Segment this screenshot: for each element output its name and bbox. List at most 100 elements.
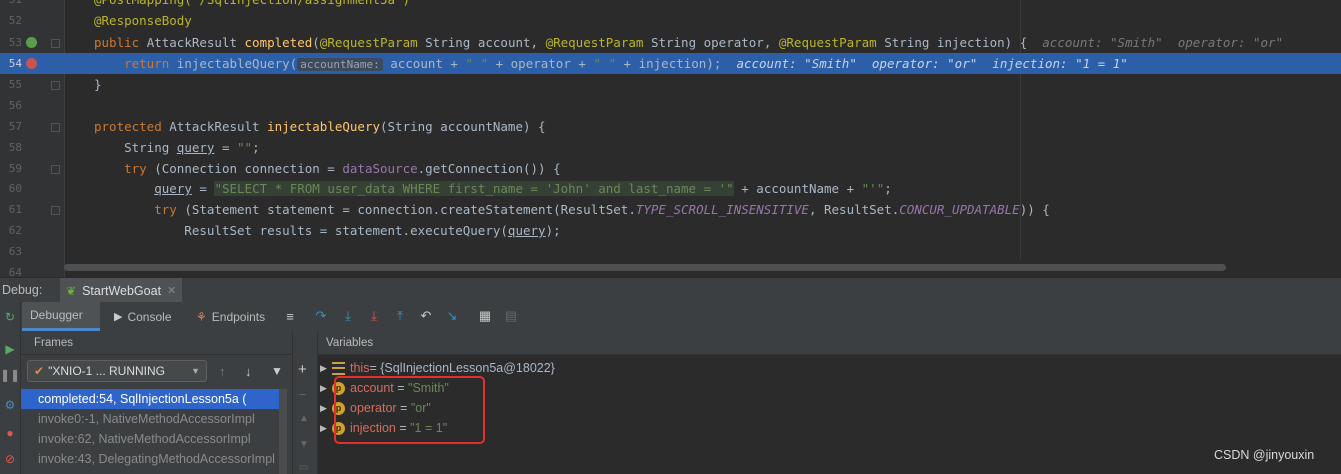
code-line[interactable]: 62 ResultSet results = statement.execute… <box>0 220 1341 241</box>
evaluate-expression-icon[interactable]: ▦ <box>477 308 493 324</box>
line-number[interactable]: 61 <box>0 199 22 220</box>
rerun-icon[interactable]: ↻ <box>3 310 17 324</box>
code-token: injectableQuery <box>267 119 380 134</box>
step-over-icon[interactable]: ↷ <box>313 308 329 324</box>
line-number[interactable]: 56 <box>0 95 22 116</box>
code-token: (Connection connection = <box>154 161 343 176</box>
code-line[interactable]: 51 @PostMapping("/SqlInjection/assignment… <box>0 0 1341 10</box>
code-line[interactable]: 61 try (Statement statement = connection… <box>0 199 1341 220</box>
tab-console[interactable]: ▶ Console <box>106 302 180 331</box>
code-line[interactable]: 52 @ResponseBody <box>0 10 1341 31</box>
layout-menu-icon[interactable]: ≡ <box>282 308 298 324</box>
debugger-toolbar: Debugger ▶ Console ⚘ Endpoints ≡ ↷ ⤓ ⤓ ⤒… <box>0 302 1341 332</box>
fold-marker-icon[interactable] <box>51 165 60 174</box>
frame-row[interactable]: invoke:62, NativeMethodAccessorImpl <box>21 429 279 449</box>
code-token: ; <box>884 181 892 196</box>
code-token: ResultSet results = statement.executeQue… <box>94 223 508 238</box>
line-number[interactable]: 60 <box>0 178 22 199</box>
code-line[interactable]: 60 query = "SELECT * FROM user_data WHER… <box>0 178 1341 199</box>
code-line[interactable]: 54 return injectableQuery(accountName: a… <box>0 53 1341 74</box>
code-line[interactable]: 56 <box>0 95 1341 116</box>
line-number[interactable]: 55 <box>0 74 22 95</box>
run-config-name: StartWebGoat <box>82 283 162 298</box>
editor-horizontal-scrollbar[interactable] <box>64 264 1226 271</box>
line-number[interactable]: 63 <box>0 241 22 262</box>
parameter-name-hint: accountName: <box>297 58 383 71</box>
filter-icon[interactable]: ▼ <box>271 364 283 378</box>
arrow-up-icon[interactable]: ↑ <box>219 364 226 379</box>
run-to-cursor-icon[interactable]: ↘ <box>444 308 460 324</box>
resume-icon[interactable]: ▶ <box>3 342 17 356</box>
tab-debugger-label: Debugger <box>30 308 83 322</box>
code-token: account + <box>382 56 466 71</box>
fold-marker-icon[interactable] <box>51 123 60 132</box>
code-line[interactable]: 53 public AttackResult completed(@Request… <box>0 32 1341 53</box>
code-text: } <box>94 74 102 95</box>
code-line[interactable]: 55} <box>0 74 1341 95</box>
code-token: = <box>191 181 215 196</box>
settings-icon[interactable]: ⚙ <box>3 398 17 412</box>
code-line[interactable]: 63 <box>0 241 1341 262</box>
code-editor[interactable]: 51 @PostMapping("/SqlInjection/assignment… <box>0 0 1341 277</box>
code-token: String operator, <box>650 35 779 50</box>
frame-row[interactable]: completed:54, SqlInjectionLesson5a ( <box>21 389 279 409</box>
code-token: ( <box>312 35 320 50</box>
add-watch-icon[interactable]: + <box>298 361 307 378</box>
expand-arrow-icon[interactable]: ▶ <box>320 358 332 378</box>
code-token: " " <box>465 56 489 71</box>
field-icon <box>332 361 345 375</box>
code-token: AttackResult <box>169 119 268 134</box>
line-number[interactable]: 58 <box>0 137 22 158</box>
breakpoint-icon[interactable] <box>26 58 37 69</box>
line-number[interactable]: 52 <box>0 10 22 31</box>
arrow-down-icon[interactable]: ↓ <box>245 364 252 379</box>
spring-bean-icon[interactable] <box>26 37 37 48</box>
line-number[interactable]: 51 <box>0 0 22 10</box>
mute-breakpoints-icon[interactable]: ⊘ <box>3 452 17 466</box>
variable-row-this[interactable]: ▶ this = {SqlInjectionLesson5a@18022} <box>320 358 555 378</box>
code-token: @ResponseBody <box>94 13 192 28</box>
line-number[interactable]: 57 <box>0 116 22 137</box>
code-token: query <box>507 223 546 238</box>
expand-arrow-icon[interactable]: ▶ <box>320 378 332 398</box>
tab-endpoints[interactable]: ⚘ Endpoints <box>188 302 273 331</box>
close-icon[interactable]: ✕ <box>167 284 176 297</box>
run-config-tab[interactable]: ❦ StartWebGoat ✕ <box>60 278 183 303</box>
fold-marker-icon[interactable] <box>51 81 60 90</box>
line-number[interactable]: 54 <box>0 53 22 74</box>
pause-icon[interactable]: ❚❚ <box>0 368 20 382</box>
move-up-icon[interactable]: ▲ <box>299 413 309 424</box>
trace-icon[interactable]: ▤ <box>503 308 519 324</box>
code-token: TYPE_SCROLL_INSENSITIVE <box>635 202 809 217</box>
view-breakpoints-icon[interactable]: ● <box>3 426 17 440</box>
code-token: + operator + <box>488 56 594 71</box>
tab-debugger[interactable]: Debugger <box>22 302 100 331</box>
code-token: dataSource <box>342 161 418 176</box>
fold-marker-icon[interactable] <box>51 39 60 48</box>
step-into-icon[interactable]: ⤓ <box>340 308 356 324</box>
code-line[interactable]: 58 String query = ""; <box>0 137 1341 158</box>
frame-row[interactable]: invoke0:-1, NativeMethodAccessorImpl <box>21 409 279 429</box>
line-number[interactable]: 62 <box>0 220 22 241</box>
code-line[interactable]: 59 try (Connection connection = dataSour… <box>0 158 1341 179</box>
step-out-icon[interactable]: ⤒ <box>392 308 408 324</box>
console-icon: ▶ <box>114 311 123 323</box>
drop-frame-icon[interactable]: ↶ <box>418 308 434 324</box>
fold-marker-icon[interactable] <box>51 206 60 215</box>
remove-watch-icon[interactable]: − <box>299 387 307 402</box>
expand-arrow-icon[interactable]: ▶ <box>320 418 332 438</box>
expand-arrow-icon[interactable]: ▶ <box>320 398 332 418</box>
line-number[interactable]: 59 <box>0 158 22 179</box>
frames-scrollbar[interactable] <box>279 389 287 474</box>
watermark: CSDN @jinyouxin <box>1214 448 1315 462</box>
thread-selector[interactable]: ✔ "XNIO-1 ... RUNNING ▼ <box>27 360 207 382</box>
code-token: + accountName + <box>733 181 862 196</box>
move-down-icon[interactable]: ▼ <box>299 439 309 450</box>
variable-value: = {SqlInjectionLesson5a@18022} <box>369 361 555 375</box>
copy-icon[interactable]: ▭ <box>299 462 308 473</box>
frame-row[interactable]: invoke:43, DelegatingMethodAccessorImpl <box>21 449 279 469</box>
line-number[interactable]: 64 <box>0 262 22 277</box>
line-number[interactable]: 53 <box>0 32 22 53</box>
code-line[interactable]: 57 protected AttackResult injectableQuery… <box>0 116 1341 137</box>
force-step-into-icon[interactable]: ⤓ <box>366 308 382 324</box>
